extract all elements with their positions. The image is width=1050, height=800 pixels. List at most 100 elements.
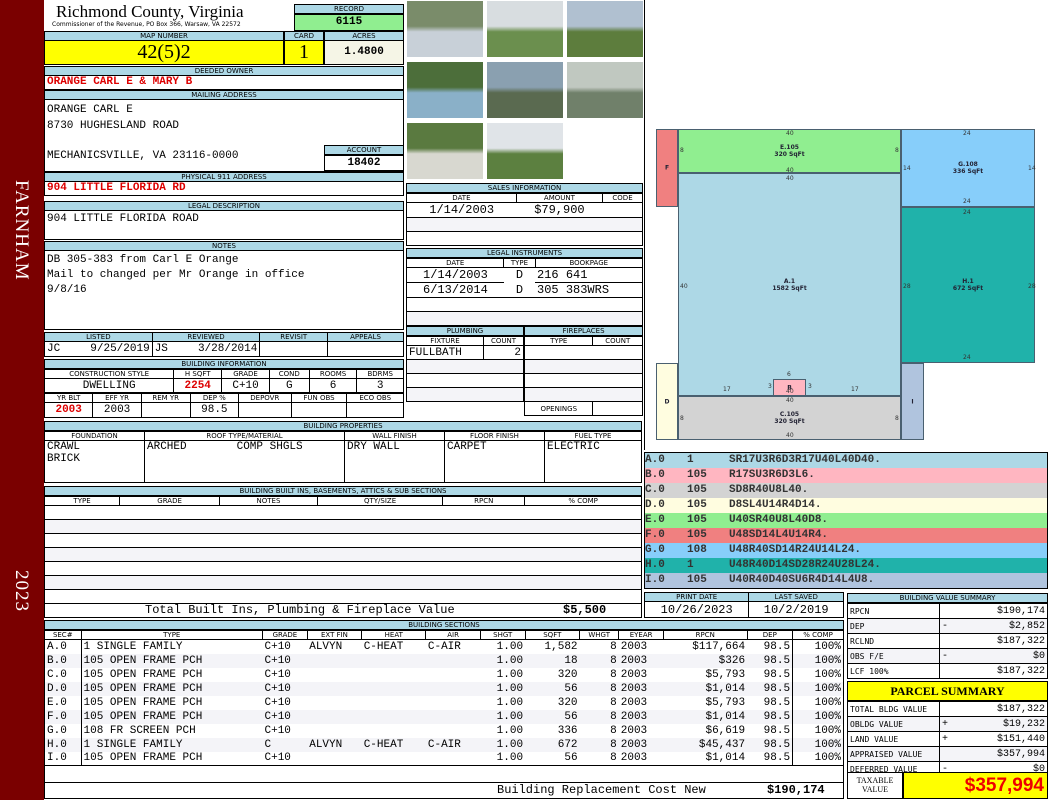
section-cell: $5,793	[705, 696, 746, 709]
building-info-value	[140, 402, 191, 418]
replacement-cost-value: $190,174	[767, 783, 825, 797]
builtins-table: TYPE GRADE NOTES QTY/SIZE RPCN% COMP	[43, 496, 642, 604]
property-photo[interactable]	[406, 0, 484, 58]
property-photo[interactable]	[566, 61, 644, 119]
col-count: COUNT	[592, 336, 643, 346]
code-section: G.0	[645, 544, 665, 556]
sketch-code-row: E.0 105 U40SR40U8L40D8.	[645, 513, 1047, 528]
sketch-area-i: I	[901, 363, 924, 440]
dimension-label: 24	[963, 130, 971, 137]
column-header: GRADE	[262, 630, 308, 640]
section-cell: $45,437	[698, 738, 746, 751]
section-cell	[362, 710, 426, 724]
section-row: G.0 108 FR SCREEN PCH C+10 1.00 336 8 2003 $6,6…	[44, 723, 844, 738]
section-cell: 100%	[792, 695, 844, 710]
section-cell: $1,014	[705, 682, 746, 695]
property-photo[interactable]	[406, 61, 484, 119]
foundation: CRAWL BRICK	[44, 440, 145, 483]
sale-code	[602, 202, 643, 218]
sketch-area-d: D	[656, 363, 678, 440]
section-cell: 8	[610, 752, 617, 765]
sales-table: DATE AMOUNT CODE 1/14/2003 $79,900	[406, 193, 643, 246]
dimension-label: 40	[786, 175, 794, 182]
summary-label: RCLND	[847, 633, 940, 649]
summary-label: DEP	[847, 618, 940, 634]
builtins-total: Total Built Ins, Plumbing & Fireplace Va…	[44, 603, 642, 618]
section-cell: 8	[610, 654, 617, 667]
plumbing-fixture: FULLBATH	[406, 345, 484, 360]
property-photo[interactable]	[486, 61, 564, 119]
note-line: DB 305-383 from Carl E Orange	[47, 254, 239, 266]
last-saved-label: LAST SAVED	[748, 592, 844, 602]
dimension-label: 24	[963, 198, 971, 205]
col-fixture: FIXTURE	[406, 336, 484, 346]
roof: ARCHED COMP SHGLS	[144, 440, 345, 483]
section-cell: 2003	[620, 640, 648, 653]
dimension-label: 28	[903, 283, 911, 290]
record-number: 6115	[294, 14, 404, 31]
section-cell: 98.5	[763, 696, 791, 709]
section-cell: 1.00	[496, 710, 524, 723]
section-cell: 100%	[792, 751, 844, 766]
reviewed-date: 3/28/2014	[197, 343, 258, 355]
code-vector: U40SR40U8L40D8.	[729, 514, 829, 526]
dimension-label: 8	[895, 147, 899, 154]
section-cell: 98.5	[763, 682, 791, 695]
section-cell: 105 OPEN FRAME PCH	[83, 682, 203, 695]
code-section: C.0	[645, 484, 665, 496]
account-number: 18402	[324, 155, 404, 171]
sketch-area-label: E.105 320 SqFt	[679, 144, 900, 158]
section-cell: 1,582	[544, 640, 578, 653]
section-cell: 100%	[792, 737, 844, 752]
section-cell: 1.00	[496, 752, 524, 765]
column-header: % COMP	[792, 630, 844, 640]
property-photo[interactable]	[486, 122, 564, 180]
map-number: 42(5)2	[44, 40, 284, 65]
taxable-value: $357,994	[903, 772, 1048, 799]
dimension-label: 40	[786, 397, 794, 404]
building-info-value: G	[268, 378, 310, 393]
column-header: ECO OBS	[346, 393, 404, 403]
summary-label: OBLDG VALUE	[847, 716, 940, 732]
section-row: D.0 105 OPEN FRAME PCH C+10 1.00 56 8 2003 $1,0…	[44, 681, 844, 696]
listing-table: LISTED REVIEWED REVISIT APPEALS JC 9/25/201…	[44, 332, 404, 357]
physical-address: 904 LITTLE FLORIDA RD	[44, 181, 404, 196]
section-cell: 56	[564, 710, 578, 723]
section-cell	[362, 724, 426, 738]
section-cell: 56	[564, 682, 578, 695]
instrument-bookpage: 305 383WRS	[535, 282, 644, 298]
summary-value-cell: $187,322	[939, 663, 1048, 679]
section-cell	[307, 682, 361, 696]
summary-row: LAND VALUE + $151,440	[847, 731, 1048, 747]
builtins-empty-row	[44, 575, 642, 590]
fireplace-empty-row	[524, 345, 643, 360]
code-section: E.0	[645, 514, 665, 526]
section-cell: 1.00	[496, 724, 524, 737]
building-info-value	[290, 402, 348, 418]
section-cell: $326	[718, 654, 746, 667]
dimension-label: 8	[895, 415, 899, 422]
building-info-value	[346, 402, 404, 418]
building-sections-label: BUILDING SECTIONS	[44, 620, 844, 630]
code-section: F.0	[645, 529, 665, 541]
section-cell: 1.00	[496, 696, 524, 709]
property-photo[interactable]	[406, 122, 484, 180]
dimension-label: 40	[786, 388, 794, 395]
column-header: CONSTRUCTION STYLE	[43, 369, 175, 379]
property-photo[interactable]	[486, 0, 564, 58]
area-code: I	[911, 398, 914, 405]
section-cell: D.0	[44, 681, 82, 696]
code-type: 105	[687, 499, 707, 511]
column-header: NOTES	[219, 496, 318, 506]
summary-row: OBS F/E - $0	[847, 648, 1048, 664]
tax-year: 2023	[11, 570, 32, 612]
property-photo[interactable]	[566, 0, 644, 58]
column-header: WHGT	[579, 630, 620, 640]
summary-value: $187,322	[996, 635, 1045, 647]
plumbing-empty-row	[406, 359, 524, 374]
column-header: FUN OBS	[290, 393, 348, 403]
sketch-area-f: F	[656, 129, 678, 207]
code-section: D.0	[645, 499, 665, 511]
section-cell: 1 SINGLE FAMILY	[83, 738, 183, 751]
builtins-empty-row	[44, 561, 642, 576]
